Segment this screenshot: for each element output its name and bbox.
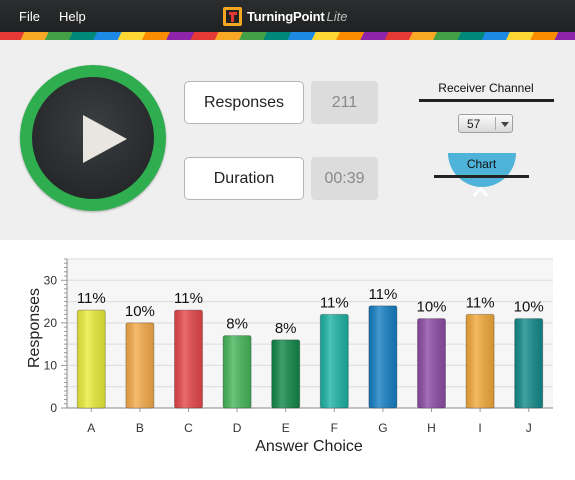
bar-shade <box>514 318 543 408</box>
data-label: 10% <box>125 303 155 320</box>
x-tick-label: E <box>282 421 290 435</box>
data-label: 11% <box>466 294 495 311</box>
bar-shade <box>320 314 349 408</box>
x-tick-label: J <box>526 421 532 435</box>
bar-shade <box>466 314 495 408</box>
x-tick-label: A <box>87 421 95 435</box>
x-tick-label: I <box>478 421 481 435</box>
data-label: 10% <box>416 299 446 316</box>
bar-shade <box>368 305 397 408</box>
y-tick-label: 0 <box>50 401 57 415</box>
menu-file[interactable]: File <box>19 9 40 24</box>
data-label: 11% <box>320 294 349 311</box>
brand: TurningPoint Lite <box>222 5 347 27</box>
responses-label: Responses <box>184 81 304 124</box>
chart-divider <box>434 175 529 178</box>
bar-shade <box>417 318 446 408</box>
y-tick-label: 30 <box>44 273 58 287</box>
y-axis-title: Responses <box>26 288 43 368</box>
x-tick-label: D <box>233 421 242 435</box>
x-axis-title: Answer Choice <box>255 438 363 455</box>
x-tick-label: B <box>136 421 144 435</box>
brand-suffix: Lite <box>326 8 348 24</box>
data-label: 11% <box>368 286 397 303</box>
x-tick-label: C <box>184 421 193 435</box>
brand-name: TurningPoint <box>247 8 325 24</box>
y-tick-label: 20 <box>44 316 58 330</box>
play-button[interactable] <box>20 65 166 211</box>
turningpoint-logo-icon <box>223 6 242 26</box>
bar-shade <box>125 322 154 408</box>
data-label: 8% <box>226 316 248 333</box>
duration-value: 00:39 <box>311 157 378 200</box>
chevron-up-icon <box>472 186 489 203</box>
menu-bar: File Help TurningPoint Lite <box>0 0 575 32</box>
duration-label: Duration <box>184 157 304 200</box>
play-icon <box>83 115 127 163</box>
receiver-channel-label: Receiver Channel <box>438 81 534 95</box>
chart-toggle-label: Chart <box>466 157 497 171</box>
data-label: 10% <box>514 299 544 316</box>
y-tick-label: 10 <box>44 358 58 372</box>
data-label: 11% <box>174 290 203 307</box>
data-label: 11% <box>77 290 106 307</box>
responses-value: 211 <box>311 81 378 124</box>
bar-shade <box>174 310 203 408</box>
x-tick-label: F <box>331 421 338 435</box>
bar-shade <box>223 335 252 408</box>
color-stripe <box>0 32 575 40</box>
receiver-channel-select[interactable]: 57 <box>458 114 513 133</box>
menu-help[interactable]: Help <box>59 9 86 24</box>
data-label: 8% <box>275 320 297 337</box>
bar-chart: 0 10 20 30 A B C D E F G H I J 11% 10% 11% 8% 8% 11% 11% 10%… <box>26 258 553 455</box>
x-tick-label: H <box>427 421 436 435</box>
select-divider <box>495 117 496 130</box>
chevron-down-icon <box>501 122 509 127</box>
x-tick-label: G <box>378 421 387 435</box>
bar-shade <box>271 339 300 408</box>
play-button-face <box>32 77 154 199</box>
receiver-divider <box>419 99 554 102</box>
bar-shade <box>77 310 106 408</box>
receiver-channel-value: 57 <box>467 117 481 131</box>
